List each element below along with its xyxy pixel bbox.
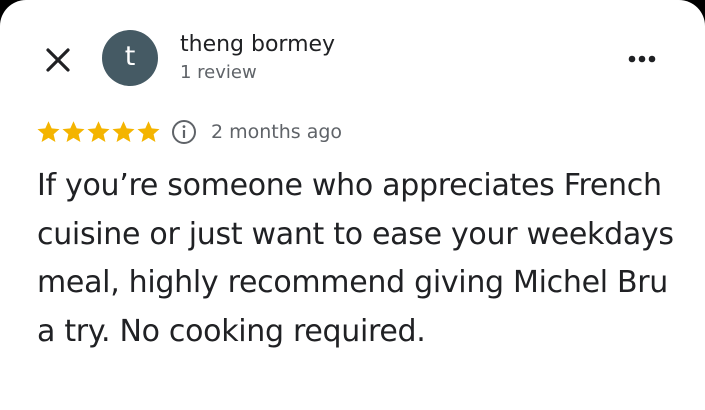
star-icon <box>137 121 160 142</box>
review-text: If you’re someone who appreciates French… <box>37 168 674 349</box>
star-icon <box>37 121 60 142</box>
more-options-button[interactable] <box>622 44 662 74</box>
star-icon <box>87 121 110 142</box>
reviewer-name[interactable]: theng bormey <box>180 30 335 60</box>
close-button[interactable] <box>38 40 78 80</box>
reviewer-review-count: 1 review <box>180 62 257 83</box>
rating-row: 2 months ago <box>36 118 342 146</box>
review-date: 2 months ago <box>211 121 343 143</box>
avatar-initial: t <box>124 41 136 72</box>
star-icon <box>62 121 85 142</box>
more-horizontal-icon <box>628 55 656 63</box>
avatar[interactable]: t <box>102 30 158 86</box>
info-icon[interactable] <box>171 119 197 145</box>
review-sheet: t theng bormey 1 review 2 months ago If … <box>0 0 705 410</box>
star-rating <box>36 120 161 144</box>
close-icon <box>46 48 70 72</box>
star-icon <box>112 121 135 142</box>
